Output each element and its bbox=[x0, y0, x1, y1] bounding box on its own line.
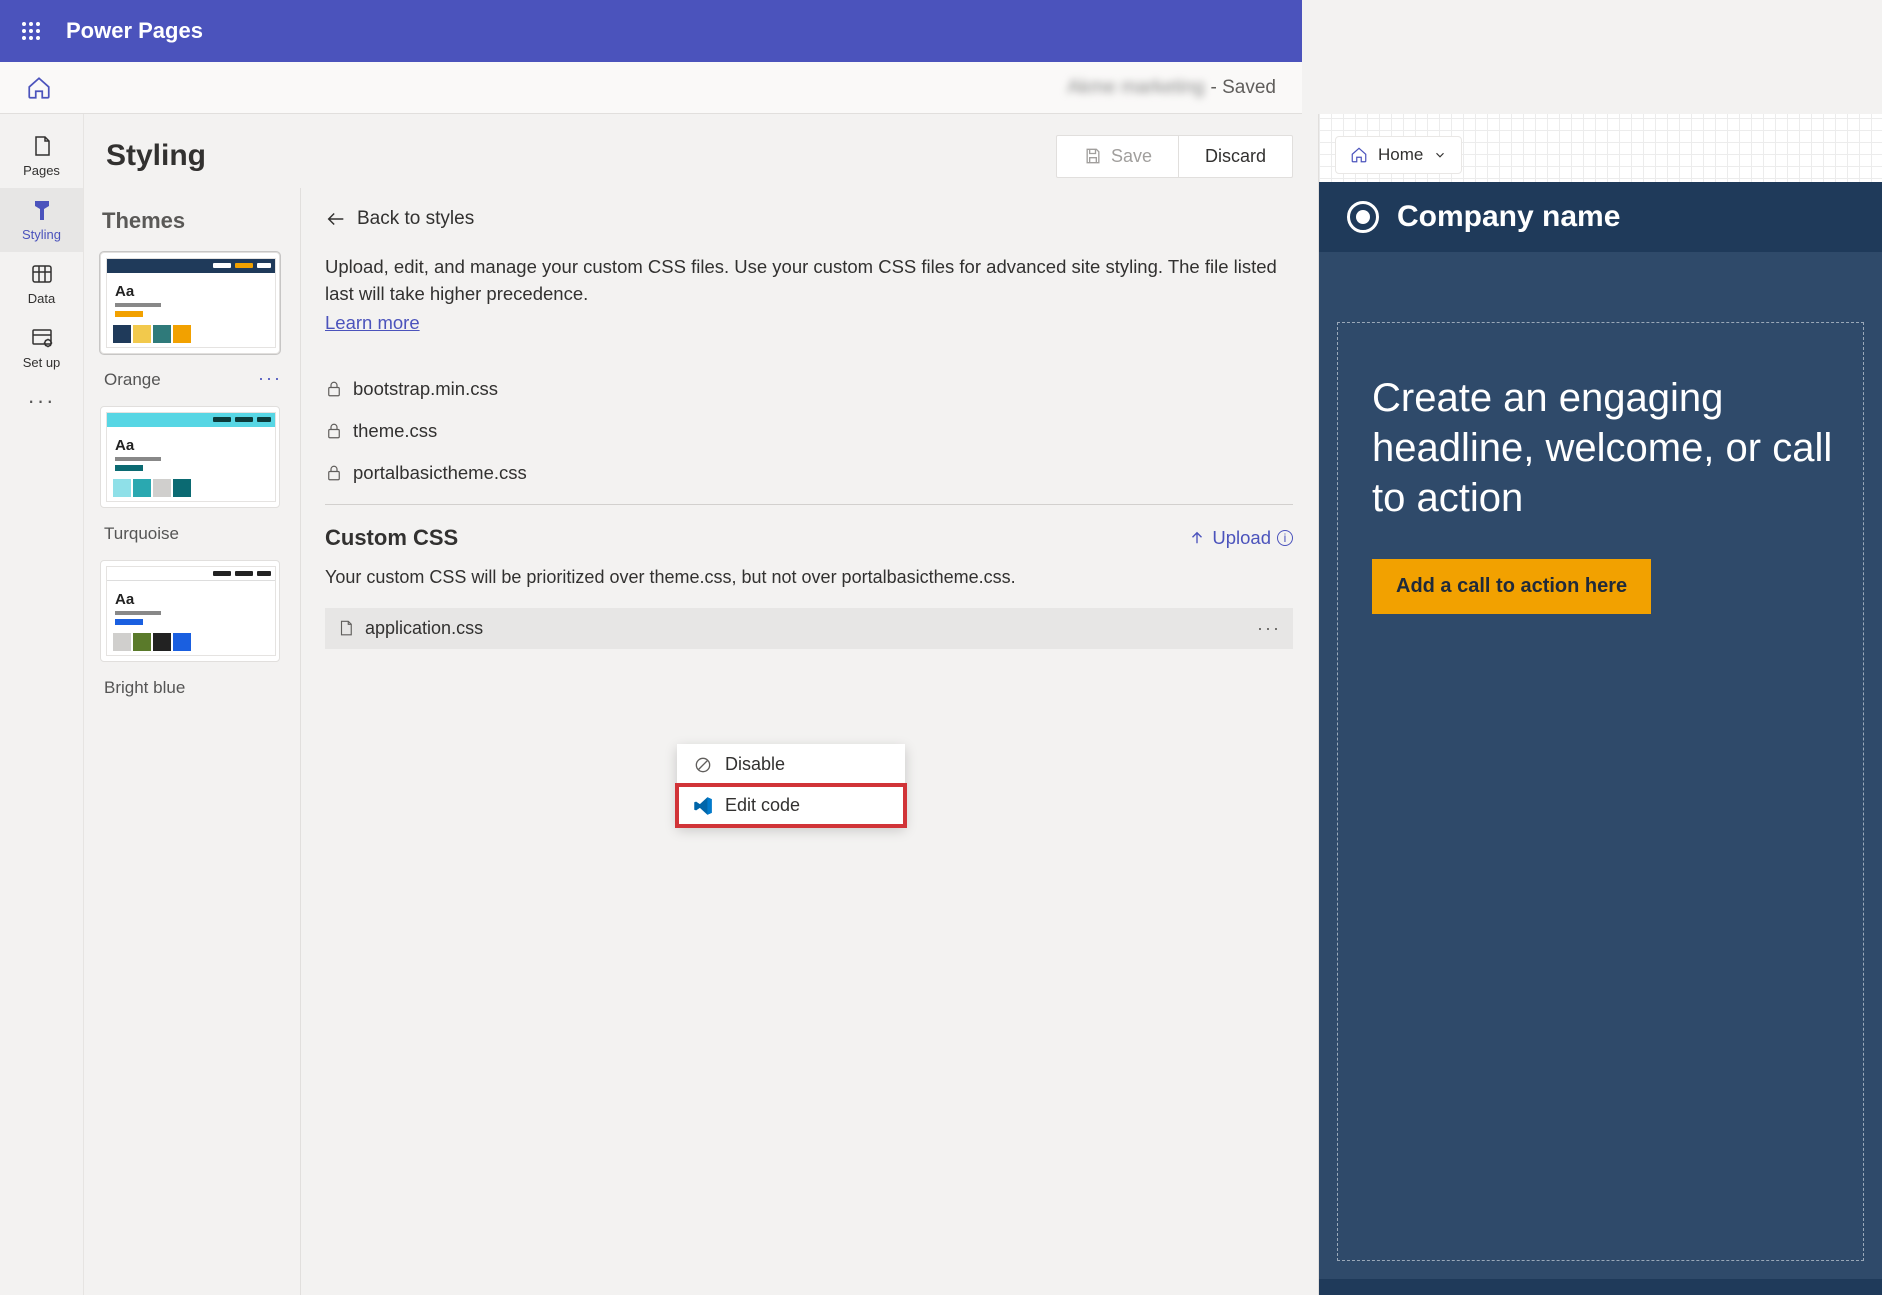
company-logo-icon bbox=[1347, 201, 1379, 233]
themes-heading: Themes bbox=[100, 200, 292, 252]
ctx-edit-label: Edit code bbox=[725, 795, 800, 816]
lock-icon bbox=[325, 380, 343, 398]
custom-css-title: Custom CSS bbox=[325, 525, 458, 551]
theme-row: Turquoise bbox=[100, 518, 292, 560]
theme-thumb: Aa bbox=[106, 258, 276, 348]
app-title: Power Pages bbox=[66, 18, 203, 44]
theme-css-list: bootstrap.min.css theme.css portalbasict… bbox=[325, 368, 1293, 494]
ctx-disable[interactable]: Disable bbox=[677, 744, 905, 785]
save-status: - Saved bbox=[1211, 77, 1276, 99]
custom-css-file[interactable]: application.css ··· bbox=[325, 608, 1293, 649]
theme-thumb: Aa bbox=[106, 566, 276, 656]
theme-card-brightblue[interactable]: Aa bbox=[100, 560, 280, 662]
breadcrumb[interactable]: Home bbox=[1335, 136, 1462, 174]
site-name: Akme marketing bbox=[1067, 77, 1204, 99]
home-icon[interactable] bbox=[26, 75, 52, 101]
css-file-item[interactable]: theme.css bbox=[325, 410, 1293, 452]
rail-item-styling[interactable]: Styling bbox=[0, 188, 83, 252]
company-name: Company name bbox=[1397, 200, 1620, 234]
upload-icon bbox=[1188, 529, 1206, 547]
back-label: Back to styles bbox=[357, 208, 474, 230]
lock-icon bbox=[325, 422, 343, 440]
vscode-icon bbox=[693, 796, 713, 816]
preview-panel: Home Company name Create an engaging hea… bbox=[1318, 114, 1882, 1295]
file-more-icon[interactable]: ··· bbox=[1257, 618, 1281, 639]
info-icon[interactable]: i bbox=[1277, 530, 1293, 546]
app-bar: Power Pages bbox=[0, 0, 1302, 62]
custom-css-header: Custom CSS Upload i bbox=[325, 525, 1293, 551]
detail-column: Back to styles Upload, edit, and manage … bbox=[300, 188, 1317, 1295]
theme-thumb: Aa bbox=[106, 412, 276, 502]
theme-row: Bright blue bbox=[100, 672, 292, 714]
breadcrumb-label: Home bbox=[1378, 145, 1423, 165]
save-label: Save bbox=[1111, 146, 1152, 167]
rail-item-pages[interactable]: Pages bbox=[0, 124, 83, 188]
footer-strip bbox=[1319, 1279, 1882, 1295]
rail-label: Pages bbox=[23, 163, 60, 178]
theme-card-orange[interactable]: Aa bbox=[100, 252, 280, 354]
site-status: Akme marketing - Saved bbox=[1067, 77, 1276, 99]
hero-headline: Create an engaging headline, welcome, or… bbox=[1372, 373, 1835, 523]
custom-css-desc: Your custom CSS will be prioritized over… bbox=[325, 565, 1293, 590]
left-rail: Pages Styling Data Set up ··· bbox=[0, 114, 84, 1295]
back-to-styles[interactable]: Back to styles bbox=[325, 208, 1293, 230]
rail-label: Styling bbox=[22, 227, 61, 242]
theme-label: Orange bbox=[102, 364, 161, 392]
upload-button[interactable]: Upload i bbox=[1188, 527, 1293, 549]
divider: Custom CSS Upload i Your custom CSS will… bbox=[325, 504, 1293, 649]
lock-icon bbox=[325, 464, 343, 482]
company-header: Company name bbox=[1319, 182, 1882, 252]
styling-actions: Save Discard bbox=[1056, 135, 1293, 178]
ctx-edit-code[interactable]: Edit code bbox=[677, 785, 905, 826]
main-panel: Styling Save Discard Themes bbox=[84, 114, 1317, 1295]
rail-label: Set up bbox=[23, 355, 61, 370]
rail-label: Data bbox=[28, 291, 55, 306]
page-title: Styling bbox=[106, 139, 206, 173]
styling-header: Styling Save Discard bbox=[84, 114, 1317, 188]
theme-card-turquoise[interactable]: Aa bbox=[100, 406, 280, 508]
discard-label: Discard bbox=[1205, 146, 1266, 167]
rail-more-icon[interactable]: ··· bbox=[28, 388, 56, 414]
site-preview: Company name Create an engaging headline… bbox=[1319, 182, 1882, 1295]
rail-item-setup[interactable]: Set up bbox=[0, 316, 83, 380]
disable-icon bbox=[693, 755, 713, 775]
chevron-down-icon bbox=[1433, 148, 1447, 162]
file-icon bbox=[337, 619, 355, 637]
file-name: theme.css bbox=[353, 420, 437, 442]
app-launcher-icon[interactable] bbox=[14, 14, 48, 48]
css-file-item[interactable]: portalbasictheme.css bbox=[325, 452, 1293, 494]
cta-button[interactable]: Add a call to action here bbox=[1372, 559, 1651, 614]
file-name: bootstrap.min.css bbox=[353, 378, 498, 400]
discard-button[interactable]: Discard bbox=[1179, 136, 1292, 177]
secondary-bar: Akme marketing - Saved bbox=[0, 62, 1302, 114]
styling-columns: Themes Aa bbox=[84, 188, 1317, 1295]
file-name: portalbasictheme.css bbox=[353, 462, 527, 484]
context-menu: Disable Edit code bbox=[677, 744, 905, 826]
theme-more-icon[interactable]: ··· bbox=[254, 366, 286, 391]
theme-row: Orange ··· bbox=[100, 364, 292, 406]
theme-label: Bright blue bbox=[102, 672, 185, 700]
css-description: Upload, edit, and manage your custom CSS… bbox=[325, 254, 1293, 308]
ctx-disable-label: Disable bbox=[725, 754, 785, 775]
action-button-group: Save Discard bbox=[1056, 135, 1293, 178]
learn-more-link[interactable]: Learn more bbox=[325, 312, 420, 334]
save-button[interactable]: Save bbox=[1057, 136, 1179, 177]
custom-file-name: application.css bbox=[365, 618, 483, 639]
themes-column[interactable]: Themes Aa bbox=[84, 188, 300, 1295]
upload-label: Upload bbox=[1212, 527, 1271, 549]
home-icon bbox=[1350, 146, 1368, 164]
hero-section[interactable]: Create an engaging headline, welcome, or… bbox=[1337, 322, 1864, 1261]
css-file-item[interactable]: bootstrap.min.css bbox=[325, 368, 1293, 410]
rail-item-data[interactable]: Data bbox=[0, 252, 83, 316]
theme-label: Turquoise bbox=[102, 518, 179, 546]
